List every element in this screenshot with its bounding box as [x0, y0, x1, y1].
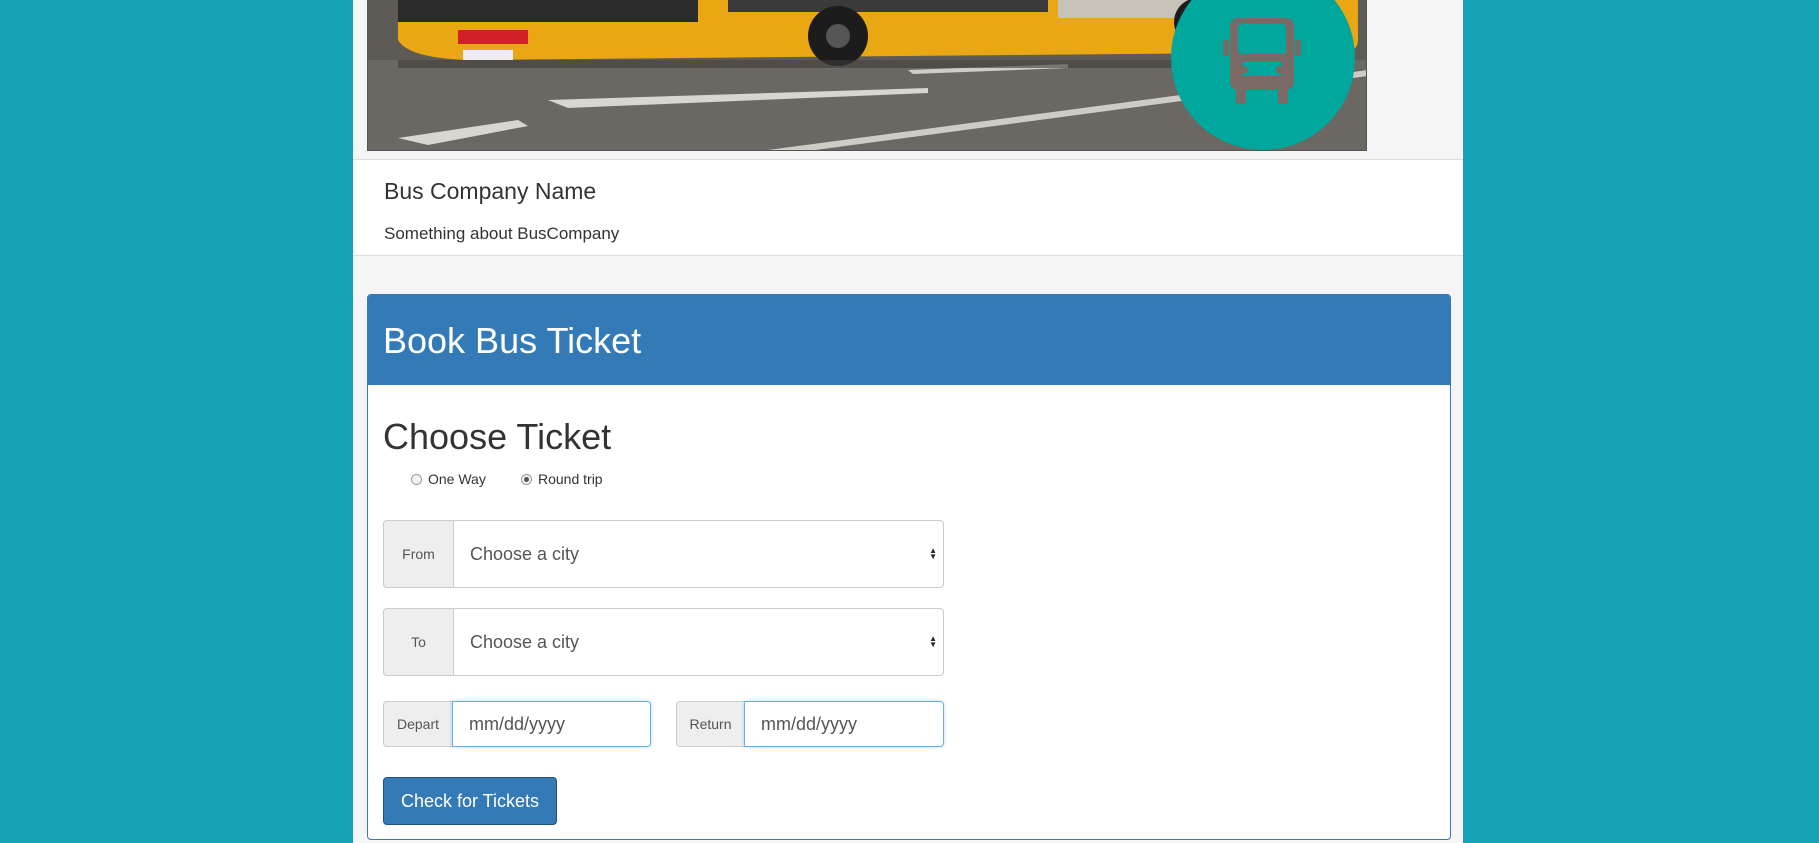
radio-one-way-label: One Way	[428, 471, 486, 487]
banner-image	[367, 0, 1367, 151]
booking-panel-heading: Book Bus Ticket	[368, 295, 1450, 385]
depart-date-input[interactable]: mm/dd/yyyy	[452, 701, 651, 747]
to-label: To	[383, 608, 453, 676]
section-title: Choose Ticket	[383, 416, 612, 457]
company-info: Bus Company Name Something about BusComp…	[353, 160, 1463, 256]
to-select-value: Choose a city	[470, 631, 580, 652]
to-input-group: To Choose a city ▲ ▼	[383, 608, 944, 676]
from-select-value: Choose a city	[470, 543, 580, 564]
radio-round-trip[interactable]: Round trip	[521, 471, 603, 487]
booking-panel: Book Bus Ticket Choose Ticket One Way Ro…	[367, 294, 1451, 840]
company-name: Bus Company Name	[384, 178, 597, 204]
return-date-input[interactable]: mm/dd/yyyy	[744, 701, 944, 747]
to-select[interactable]: Choose a city ▲ ▼	[453, 608, 944, 676]
return-label: Return	[676, 701, 744, 747]
radio-round-trip-label: Round trip	[538, 471, 603, 487]
radio-round-trip-circle[interactable]	[521, 473, 532, 485]
panel-title: Book Bus Ticket	[383, 320, 642, 361]
select-arrows-icon: ▲ ▼	[929, 546, 937, 561]
depart-input-group: Depart mm/dd/yyyy	[383, 701, 651, 747]
company-description: Something about BusCompany	[384, 224, 620, 243]
check-tickets-button[interactable]: Check for Tickets	[383, 777, 557, 825]
depart-date-value: mm/dd/yyyy	[469, 713, 566, 734]
from-select[interactable]: Choose a city ▲ ▼	[453, 520, 944, 588]
from-input-group: From Choose a city ▲ ▼	[383, 520, 944, 588]
from-label: From	[383, 520, 453, 588]
radio-one-way-circle[interactable]	[411, 473, 422, 485]
page-container: Bus Company Name Something about BusComp…	[353, 0, 1463, 843]
depart-label: Depart	[383, 701, 452, 747]
return-input-group: Return mm/dd/yyyy	[676, 701, 944, 747]
return-date-value: mm/dd/yyyy	[761, 713, 858, 734]
select-arrows-icon: ▲ ▼	[929, 634, 937, 649]
radio-one-way[interactable]: One Way	[411, 471, 486, 487]
